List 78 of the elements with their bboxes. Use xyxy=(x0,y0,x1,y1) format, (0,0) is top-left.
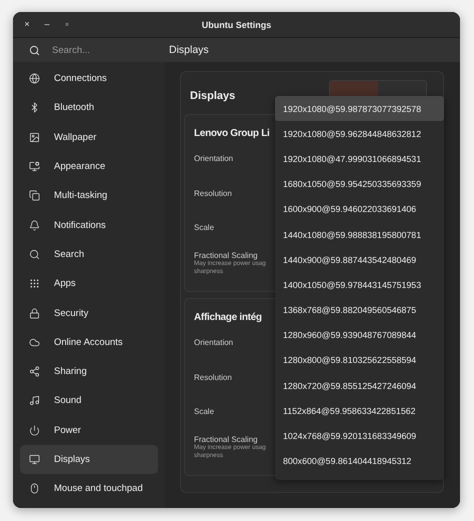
sidebar-label: Wallpaper xyxy=(54,132,96,143)
search-icon xyxy=(29,248,40,260)
sidebar-item[interactable]: Multi-tasking xyxy=(20,181,158,210)
close-button[interactable]: × xyxy=(23,20,31,29)
page-title: Displays xyxy=(169,44,209,56)
menu-item[interactable]: 1600x900@59.946022033691406 xyxy=(275,196,444,222)
menu-item[interactable]: 1152x864@59.958633422851562 xyxy=(275,398,444,424)
sidebar-label: Online Accounts xyxy=(54,336,123,348)
globe-icon xyxy=(29,73,40,84)
setting-label: Orientation xyxy=(194,338,234,346)
sidebar-item[interactable]: Sound xyxy=(20,386,158,416)
monitor-gear-icon xyxy=(29,161,40,172)
setting-label: Fractional Scaling xyxy=(194,435,258,444)
search-field[interactable]: Search... xyxy=(52,44,152,56)
setting-label: Resolution xyxy=(194,188,232,198)
minimize-button[interactable]: – xyxy=(43,20,51,29)
sidebar-label: Appearance xyxy=(54,161,106,172)
picture-frame-icon xyxy=(29,132,40,143)
power-icon xyxy=(29,424,40,436)
maximize-button[interactable]: ▫ xyxy=(63,20,71,29)
mouse-icon xyxy=(29,483,40,494)
menu-item[interactable]: 1280x960@59.939048767089844 xyxy=(275,322,444,348)
window-title: Ubuntu Settings xyxy=(202,20,272,30)
menu-item[interactable]: 1440x900@59.887443542480469 xyxy=(275,247,444,272)
sidebar-label: Mouse and touchpad xyxy=(54,483,143,494)
sidebar-label: Displays xyxy=(54,454,90,465)
sidebar-item[interactable]: Search xyxy=(20,240,158,270)
sidebar-label: Sharing xyxy=(54,366,87,378)
sidebar-label: Notifications xyxy=(54,220,106,231)
monitor-name: Affichage intég xyxy=(194,312,262,323)
lock-icon xyxy=(29,308,40,319)
menu-item[interactable]: 800x600@59.861404418945312 xyxy=(275,448,444,474)
bell-icon xyxy=(29,220,40,231)
sidebar-item[interactable]: Wallpaper xyxy=(20,122,158,152)
menu-item[interactable]: 1400x1050@59.978443145751953 xyxy=(275,272,444,298)
menu-item[interactable]: 1920x1080@59.962844848632812 xyxy=(275,121,444,146)
sidebar-label: Apps xyxy=(54,278,76,290)
sidebar-label: Multi-tasking xyxy=(54,190,108,202)
sidebar-item[interactable]: Security xyxy=(20,298,158,328)
setting-label: Orientation xyxy=(194,154,234,162)
sidebar-item[interactable]: Appearance xyxy=(20,152,158,182)
sidebar-item[interactable]: Displays xyxy=(20,444,158,474)
menu-item[interactable]: 1368x768@59.882049560546875 xyxy=(275,298,444,323)
share-icon xyxy=(29,366,40,378)
menu-item[interactable]: 1024x768@59.920131683349609 xyxy=(275,423,444,449)
sidebar-label: Connections xyxy=(54,73,107,84)
sidebar-item[interactable]: Power xyxy=(20,416,158,445)
menu-item[interactable]: 1280x720@59.855125427246094 xyxy=(275,373,444,398)
setting-label: Fractional Scaling xyxy=(194,251,258,260)
sidebar-item[interactable]: Apps xyxy=(20,269,158,298)
music-note-icon xyxy=(29,395,40,406)
sidebar-label: Bluetooth xyxy=(54,102,94,114)
setting-label: Resolution xyxy=(194,372,232,382)
menu-item[interactable]: 1920x1080@47.999031066894531 xyxy=(275,146,444,172)
menu-item[interactable]: 1680x1050@59.954250335693359 xyxy=(275,172,444,197)
bluetooth-icon xyxy=(29,102,40,114)
sidebar-item[interactable]: Connections xyxy=(20,64,158,94)
sidebar-item[interactable]: Notifications xyxy=(20,210,158,240)
sidebar-item[interactable]: Online Accounts xyxy=(20,328,158,357)
menu-item[interactable]: 1440x1080@59.988838195800781 xyxy=(275,222,444,248)
cloud-icon xyxy=(29,336,40,348)
sidebar-label: Security xyxy=(54,308,88,319)
menu-item[interactable]: 1920x1080@59.987873077392578 xyxy=(275,96,444,122)
setting-label: Scale xyxy=(194,222,214,232)
setting-label: Scale xyxy=(194,406,214,416)
sidebar-label: Search xyxy=(54,248,84,260)
search-icon xyxy=(29,44,40,56)
grid-icon xyxy=(29,278,40,290)
sidebar-label: Sound xyxy=(54,395,82,406)
panel-title: Displays xyxy=(190,90,236,102)
sidebar-label: Power xyxy=(54,424,81,436)
sidebar-item[interactable]: Bluetooth xyxy=(20,93,158,123)
monitor-icon xyxy=(29,454,40,465)
sidebar-item[interactable]: Mouse and touchpad xyxy=(20,474,158,504)
menu-item[interactable]: 1280x800@59.810325622558594 xyxy=(275,348,444,374)
windows-icon xyxy=(29,190,40,202)
monitor-name: Lenovo Group Li xyxy=(194,128,270,139)
sidebar-item[interactable]: Sharing xyxy=(20,356,158,386)
